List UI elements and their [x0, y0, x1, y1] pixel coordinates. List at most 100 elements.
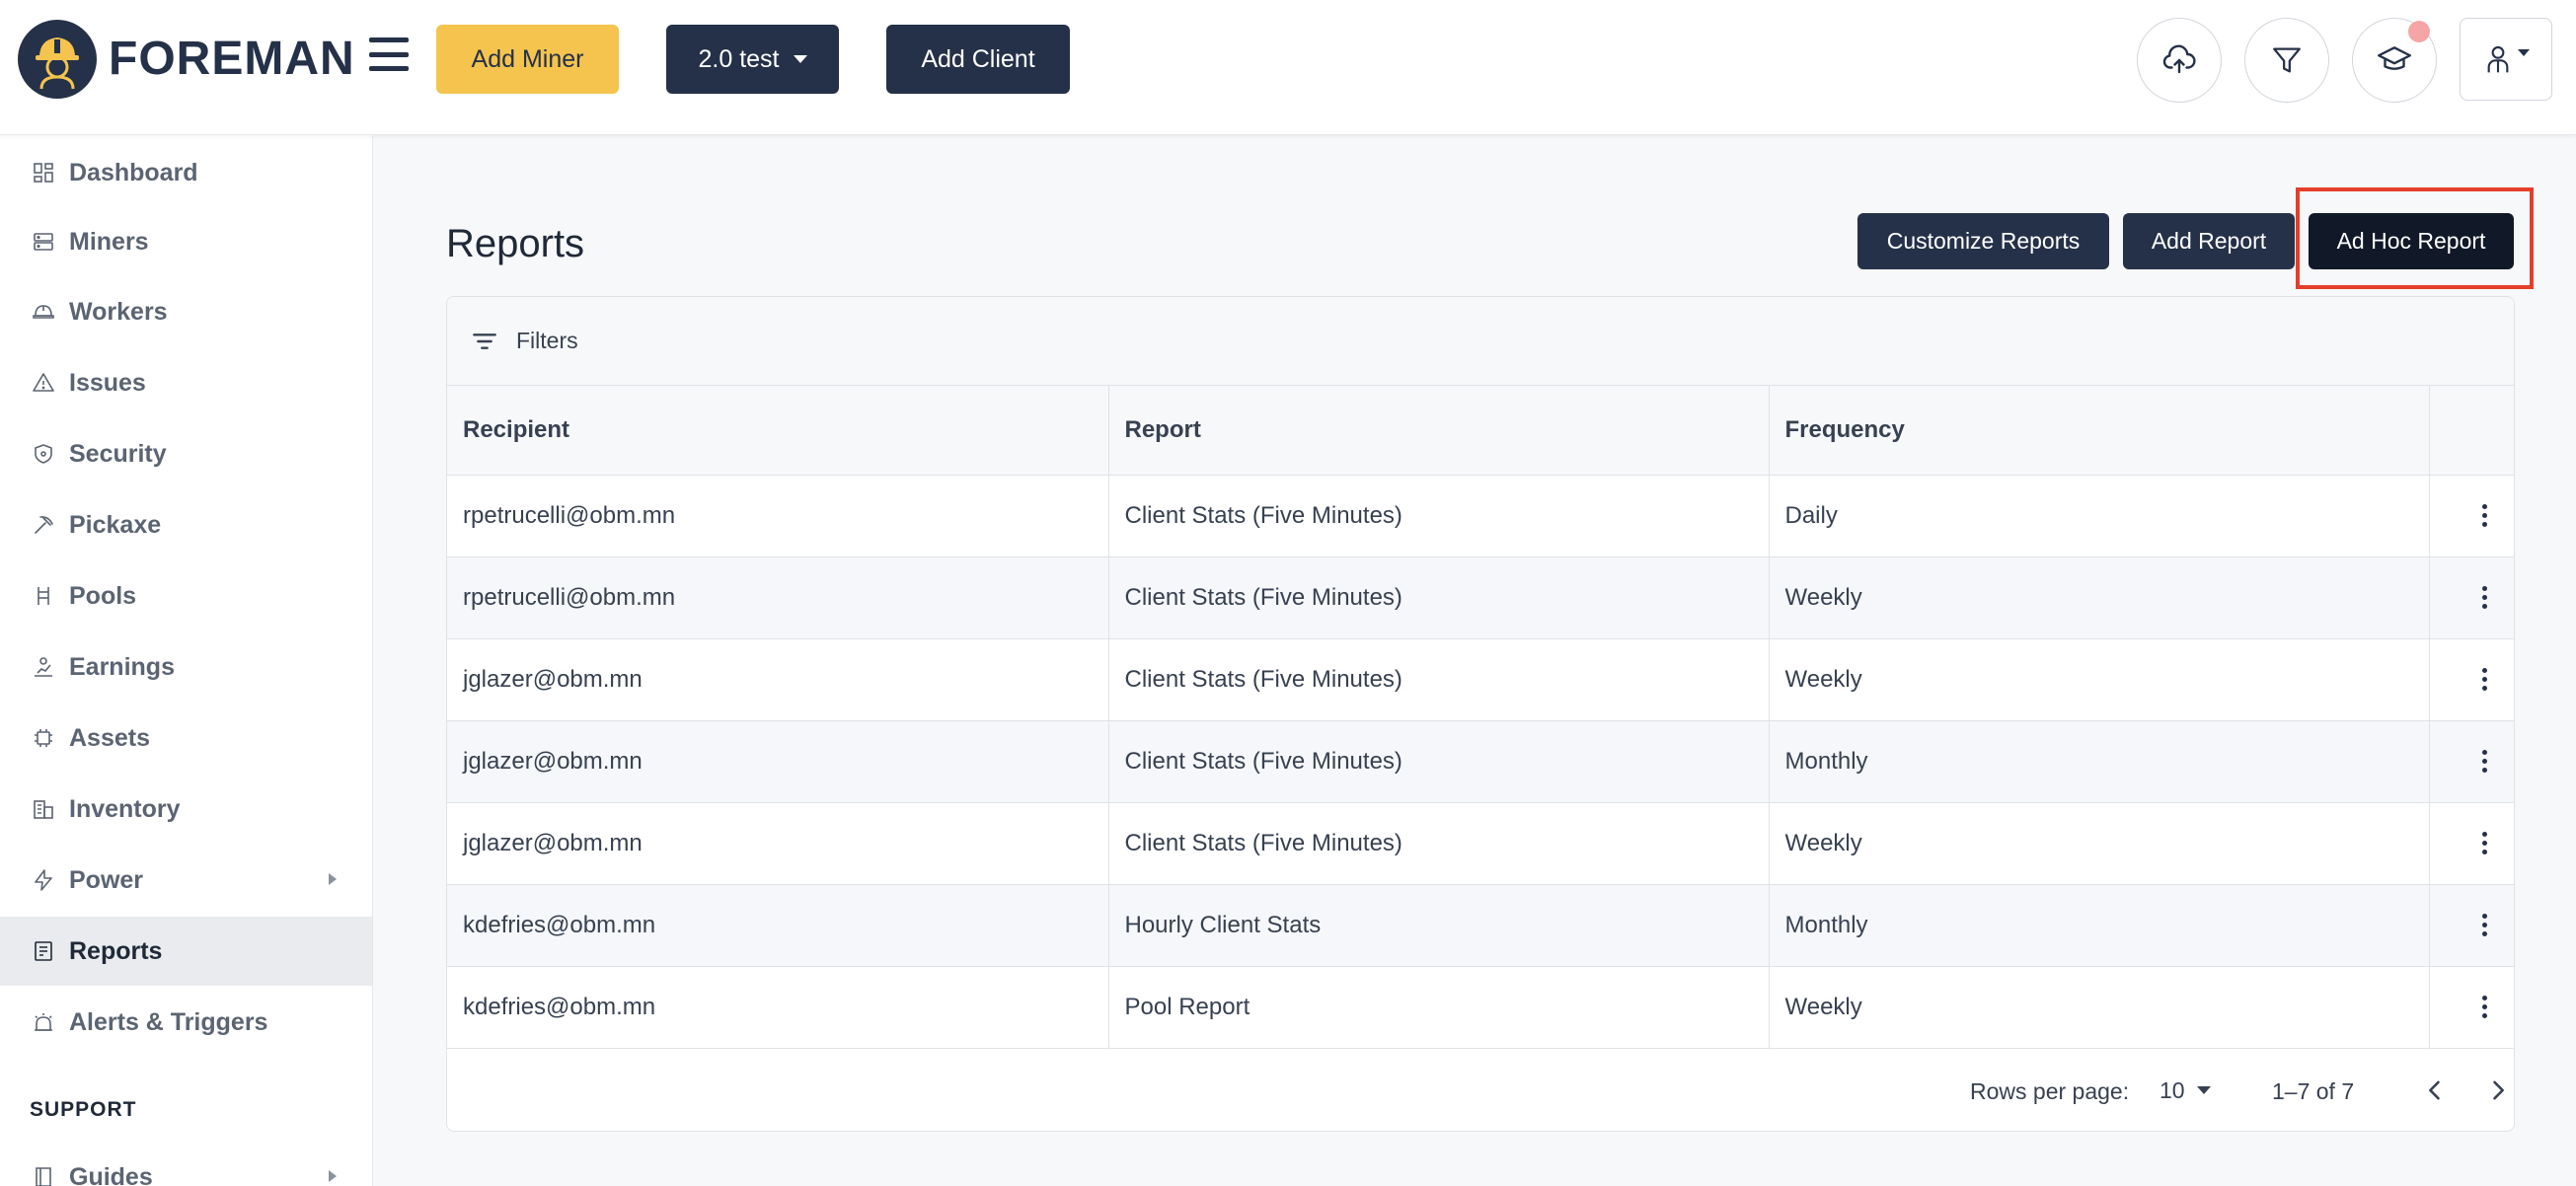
brand-name: FOREMAN — [109, 33, 355, 85]
more-vert-icon[interactable] — [2465, 988, 2505, 1027]
sidebar-item-power[interactable]: Power — [0, 846, 372, 915]
sidebar-item-pickaxe[interactable]: Pickaxe — [0, 490, 372, 559]
sidebar-item-label: Issues — [69, 368, 146, 397]
cell-actions — [2429, 884, 2514, 967]
table-row[interactable]: kdefries@obm.mn Pool Report Weekly — [447, 966, 2514, 1049]
dashboard-icon — [32, 161, 55, 185]
sidebar-item-pools[interactable]: Pools — [0, 561, 372, 630]
foreman-logo-icon[interactable] — [18, 20, 97, 99]
sidebar-item-label: Assets — [69, 723, 150, 752]
upload-button[interactable] — [2137, 18, 2222, 103]
cell-frequency: Weekly — [1769, 556, 2430, 639]
add-report-button[interactable]: Add Report — [2123, 213, 2295, 269]
add-miner-button[interactable]: Add Miner — [436, 25, 619, 94]
sidebar-item-security[interactable]: Security — [0, 419, 372, 488]
cell-report: Client Stats (Five Minutes) — [1108, 720, 1770, 803]
sidebar-item-label: Power — [69, 865, 144, 894]
earnings-icon — [32, 655, 55, 679]
sidebar-item-label: Workers — [69, 297, 168, 326]
upload-cloud-icon — [2162, 44, 2196, 74]
sidebar-item-label: Inventory — [69, 794, 181, 823]
filter-button[interactable] — [2244, 18, 2329, 103]
more-vert-icon[interactable] — [2465, 824, 2505, 863]
sidebar: Dashboard Miners Workers Issues Security… — [0, 135, 373, 1186]
site-selector-dropdown[interactable]: 2.0 test — [666, 25, 839, 94]
column-header-recipient[interactable]: Recipient — [447, 386, 1109, 476]
sidebar-item-reports[interactable]: Reports — [0, 917, 372, 986]
chevron-right-icon — [329, 873, 337, 885]
more-vert-icon[interactable] — [2465, 742, 2505, 781]
book-icon — [32, 1165, 55, 1186]
more-vert-icon[interactable] — [2465, 578, 2505, 618]
table-row[interactable]: kdefries@obm.mn Hourly Client Stats Mont… — [447, 884, 2514, 967]
sidebar-item-guides[interactable]: Guides — [0, 1143, 372, 1186]
ad-hoc-report-button[interactable]: Ad Hoc Report — [2309, 213, 2514, 269]
pagination-range: 1–7 of 7 — [2272, 1078, 2355, 1104]
reports-table-card: Filters Recipient Report Frequency rpetr… — [446, 296, 2515, 1132]
column-header-frequency[interactable]: Frequency — [1769, 386, 2430, 476]
filters-toggle[interactable]: Filters — [447, 297, 2514, 386]
cell-report: Hourly Client Stats — [1108, 884, 1770, 967]
cell-report: Pool Report — [1108, 966, 1770, 1049]
sidebar-item-label: Security — [69, 439, 167, 468]
caret-down-icon — [2196, 1086, 2211, 1094]
table-row[interactable]: jglazer@obm.mn Client Stats (Five Minute… — [447, 720, 2514, 803]
cell-recipient: jglazer@obm.mn — [447, 720, 1109, 803]
academy-button[interactable] — [2352, 18, 2437, 103]
rows-per-page-value: 10 — [2159, 1076, 2185, 1103]
sidebar-item-earnings[interactable]: Earnings — [0, 632, 372, 702]
notification-dot — [2408, 21, 2430, 42]
chevron-right-icon — [2493, 1080, 2504, 1100]
next-page-button[interactable] — [2478, 1071, 2514, 1110]
cell-recipient: rpetrucelli@obm.mn — [447, 475, 1109, 557]
more-vert-icon[interactable] — [2465, 660, 2505, 700]
sidebar-item-alerts-triggers[interactable]: Alerts & Triggers — [0, 988, 372, 1057]
cell-report: Client Stats (Five Minutes) — [1108, 802, 1770, 885]
shield-icon — [32, 442, 55, 466]
sidebar-item-label: Guides — [69, 1162, 153, 1186]
more-vert-icon[interactable] — [2465, 906, 2505, 945]
cell-recipient: jglazer@obm.mn — [447, 638, 1109, 721]
sidebar-item-label: Reports — [69, 936, 163, 965]
caret-down-icon — [793, 55, 807, 63]
sidebar-item-dashboard[interactable]: Dashboard — [0, 138, 372, 207]
table-row[interactable]: jglazer@obm.mn Client Stats (Five Minute… — [447, 638, 2514, 721]
cell-actions — [2429, 802, 2514, 885]
lightning-icon — [32, 868, 55, 892]
sidebar-item-miners[interactable]: Miners — [0, 207, 372, 276]
top-header: FOREMAN Add Miner 2.0 test Add Client — [0, 0, 2576, 135]
table-row[interactable]: rpetrucelli@obm.mn Client Stats (Five Mi… — [447, 556, 2514, 639]
column-header-report[interactable]: Report — [1108, 386, 1770, 476]
table-pagination: Rows per page: 10 1–7 of 7 — [447, 1051, 2514, 1131]
menu-toggle-icon[interactable] — [369, 37, 409, 71]
user-menu-button[interactable] — [2460, 18, 2552, 101]
table-row[interactable]: jglazer@obm.mn Client Stats (Five Minute… — [447, 802, 2514, 885]
building-icon — [32, 797, 55, 821]
reports-table: Recipient Report Frequency rpetrucelli@o… — [447, 386, 2514, 1049]
cell-recipient: rpetrucelli@obm.mn — [447, 556, 1109, 639]
cell-frequency: Monthly — [1769, 720, 2430, 803]
table-row[interactable]: rpetrucelli@obm.mn Client Stats (Five Mi… — [447, 475, 2514, 557]
filter-list-icon — [473, 333, 496, 349]
sidebar-item-label: Alerts & Triggers — [69, 1007, 268, 1036]
user-icon — [2487, 45, 2509, 73]
add-client-button[interactable]: Add Client — [886, 25, 1070, 94]
rows-per-page-select[interactable]: 10 — [2159, 1071, 2211, 1110]
table-header-row: Recipient Report Frequency — [447, 386, 2514, 476]
sidebar-item-inventory[interactable]: Inventory — [0, 775, 372, 844]
previous-page-button[interactable] — [2415, 1071, 2455, 1110]
sidebar-item-label: Earnings — [69, 652, 175, 681]
alarm-icon — [32, 1010, 55, 1034]
sidebar-item-label: Pools — [69, 581, 137, 610]
hardhat-icon — [32, 300, 55, 324]
site-selector-label: 2.0 test — [698, 44, 780, 73]
sidebar-item-issues[interactable]: Issues — [0, 348, 372, 417]
cell-actions — [2429, 966, 2514, 1049]
customize-reports-button[interactable]: Customize Reports — [1857, 213, 2109, 269]
sidebar-item-assets[interactable]: Assets — [0, 704, 372, 773]
more-vert-icon[interactable] — [2465, 496, 2505, 536]
cell-report: Client Stats (Five Minutes) — [1108, 638, 1770, 721]
cell-frequency: Weekly — [1769, 638, 2430, 721]
sidebar-item-label: Pickaxe — [69, 510, 162, 539]
sidebar-item-workers[interactable]: Workers — [0, 277, 372, 346]
